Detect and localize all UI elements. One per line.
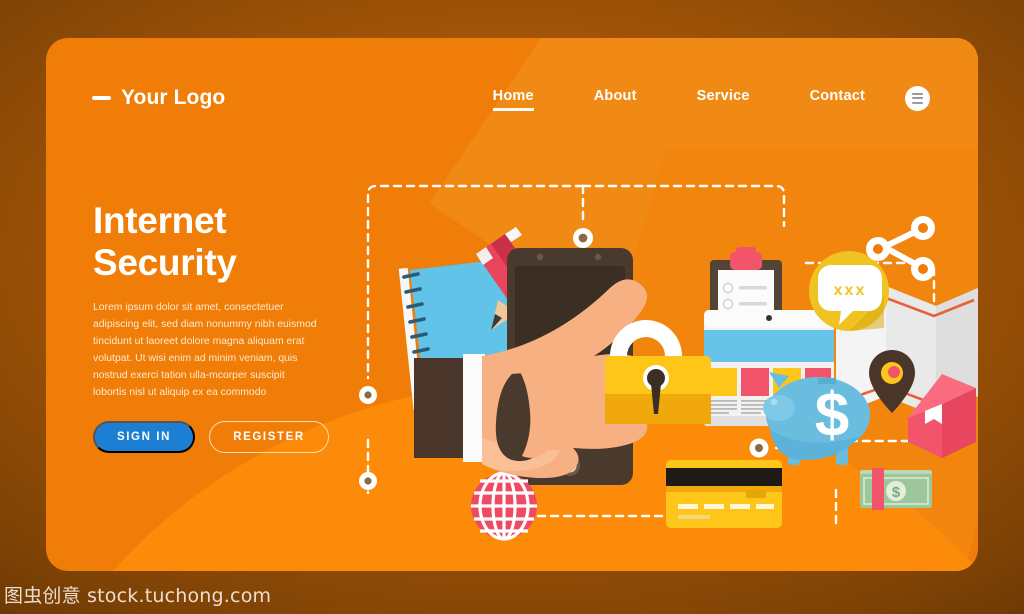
chat-bubble-badge: xxx <box>809 251 889 331</box>
page-title-line2: Security <box>93 242 237 284</box>
page-root: xxx $ $ Your Logo Home About Service Con… <box>0 0 1024 614</box>
logo-text: Your Logo <box>121 86 226 109</box>
hero-paragraph: Lorem ipsum dolor sit amet, consectetuer… <box>93 302 317 398</box>
watermark: 图虫创意 stock.tuchong.com <box>4 585 272 607</box>
dash-icon <box>92 96 111 100</box>
register-button[interactable]: REGISTER <box>209 421 329 454</box>
page-title: Internet Security <box>93 200 383 284</box>
svg-text:$: $ <box>892 484 901 501</box>
nav-item-home[interactable]: Home <box>492 88 534 111</box>
hamburger-menu-icon[interactable] <box>905 85 930 111</box>
nav-item-contact[interactable]: Contact <box>810 88 865 109</box>
dollar-bill: $ <box>860 468 932 510</box>
hero-copy: Internet Security Lorem ipsum dolor sit … <box>93 200 383 454</box>
hero-actions: SIGN IN REGISTER <box>93 421 383 454</box>
svg-text:$: $ <box>815 381 849 450</box>
main-nav: Home About Service Contact <box>433 85 930 111</box>
globe-grid-icon <box>471 471 537 541</box>
padlock-icon <box>605 320 711 424</box>
page-title-line1: Internet <box>93 200 227 241</box>
nav-item-about[interactable]: About <box>594 88 637 109</box>
svg-text:xxx: xxx <box>834 282 867 299</box>
credit-card <box>666 460 782 528</box>
hero-card: xxx $ $ Your Logo Home About Service Con… <box>46 38 978 571</box>
sign-in-button[interactable]: SIGN IN <box>93 421 195 454</box>
nav-item-service[interactable]: Service <box>697 88 750 109</box>
logo[interactable]: Your Logo <box>92 86 225 110</box>
site-header: Your Logo Home About Service Contact <box>46 38 978 158</box>
